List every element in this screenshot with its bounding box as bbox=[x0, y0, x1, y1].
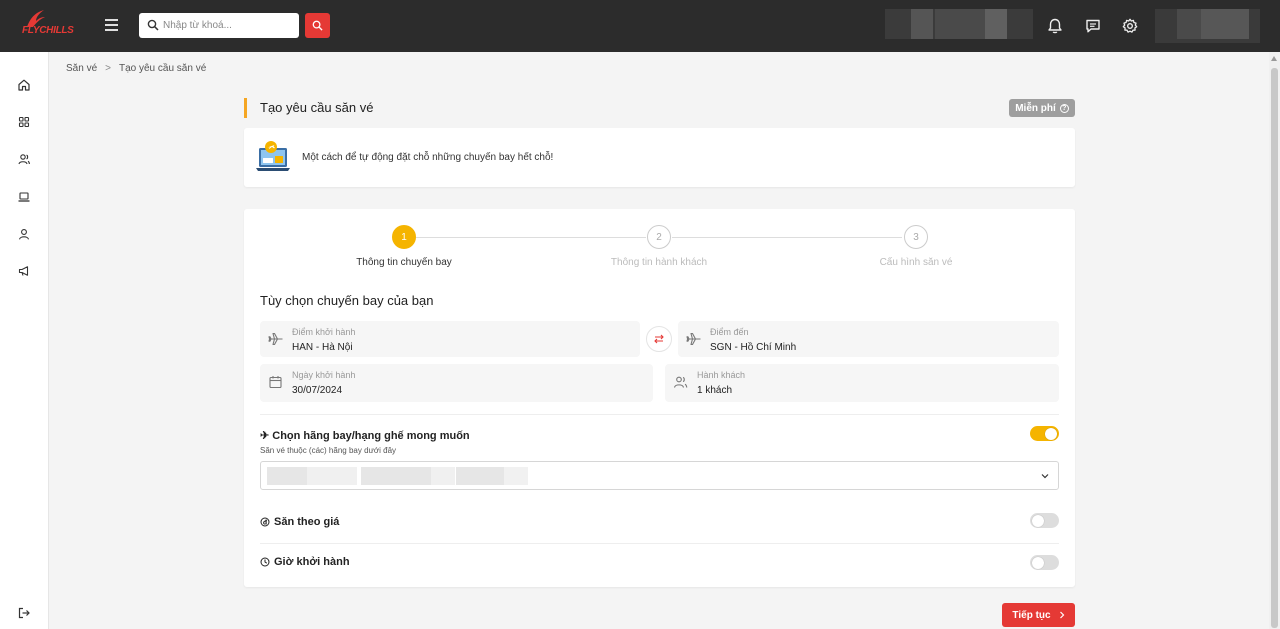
airplane-icon bbox=[686, 332, 701, 346]
passengers-label: Hành khách bbox=[697, 370, 746, 380]
divider bbox=[260, 543, 1059, 544]
sidebar bbox=[0, 52, 49, 629]
continue-button-label: Tiếp tục bbox=[1012, 609, 1051, 621]
search-input[interactable] bbox=[163, 16, 293, 35]
passengers-icon bbox=[673, 376, 688, 388]
passengers-value: 1 khách bbox=[697, 385, 733, 396]
bell-icon[interactable] bbox=[1046, 17, 1064, 35]
destination-value: SGN - Hồ Chí Minh bbox=[710, 342, 797, 353]
scrollbar-thumb[interactable] bbox=[1271, 68, 1278, 628]
gear-icon[interactable] bbox=[1121, 17, 1139, 35]
destination-label: Điểm đến bbox=[710, 327, 749, 337]
step-flight-info[interactable]: 1 Thông tin chuyến bay bbox=[324, 225, 484, 268]
laptop-plane-illustration-icon bbox=[256, 141, 290, 171]
origin-label: Điểm khởi hành bbox=[292, 327, 356, 337]
breadcrumb-separator-icon: > bbox=[105, 63, 111, 74]
redacted-airline-chip bbox=[431, 467, 455, 485]
help-icon: ? bbox=[1059, 103, 1069, 113]
step-number: 1 bbox=[392, 225, 416, 249]
redacted-airline-chip bbox=[504, 467, 528, 485]
departure-time-label: Giờ khởi hành bbox=[274, 556, 350, 568]
laptop-icon[interactable] bbox=[17, 190, 31, 204]
logout-icon[interactable] bbox=[17, 606, 31, 620]
destination-field[interactable]: Điểm đến SGN - Hồ Chí Minh bbox=[678, 321, 1059, 357]
page-title-block: Tạo yêu cầu săn vé bbox=[244, 98, 373, 118]
passengers-field[interactable]: Hành khách 1 khách bbox=[665, 364, 1059, 402]
search-button[interactable] bbox=[305, 13, 330, 38]
message-icon[interactable] bbox=[1084, 17, 1102, 35]
airline-preference-title: ✈ Chọn hãng bay/hạng ghế mong muốn bbox=[260, 430, 470, 442]
info-card: Một cách để tự động đặt chỗ những chuyến… bbox=[244, 128, 1075, 187]
price-hunt-label: Săn theo giá bbox=[274, 516, 340, 528]
calendar-icon bbox=[269, 376, 282, 389]
price-hunt-option: đ Săn theo giá bbox=[260, 516, 339, 528]
stepper: 1 Thông tin chuyến bay 2 Thông tin hành … bbox=[244, 209, 1075, 289]
step-number: 3 bbox=[904, 225, 928, 249]
dashboard-grid-icon[interactable] bbox=[17, 115, 31, 129]
menu-toggle-button[interactable] bbox=[101, 16, 121, 36]
chevron-down-icon bbox=[1041, 474, 1049, 479]
step-label: Cấu hình săn vé bbox=[879, 257, 953, 268]
redacted-airline-chip bbox=[456, 467, 504, 485]
airline-select[interactable] bbox=[260, 461, 1059, 490]
redacted-user-profile[interactable] bbox=[1155, 9, 1260, 43]
svg-text:đ: đ bbox=[263, 519, 268, 526]
user-icon[interactable] bbox=[17, 227, 31, 241]
redacted-airline-chip bbox=[361, 467, 431, 485]
departure-date-label: Ngày khởi hành bbox=[292, 370, 356, 380]
step-passenger-info[interactable]: 2 Thông tin hành khách bbox=[579, 225, 739, 268]
step-label: Thông tin chuyến bay bbox=[356, 257, 452, 268]
page-title: Tạo yêu cầu săn vé bbox=[260, 100, 374, 115]
page-scrollbar[interactable] bbox=[1269, 52, 1280, 629]
breadcrumb: Săn vé > Tạo yêu cầu săn vé bbox=[66, 63, 206, 74]
step-number: 2 bbox=[647, 225, 671, 249]
section-title: Tùy chọn chuyến bay của bạn bbox=[260, 293, 434, 308]
departure-time-toggle[interactable] bbox=[1030, 555, 1059, 570]
flight-form-card: 1 Thông tin chuyến bay 2 Thông tin hành … bbox=[244, 209, 1075, 587]
breadcrumb-item-current: Tạo yêu cầu săn vé bbox=[118, 63, 207, 74]
divider bbox=[260, 414, 1059, 415]
origin-value: HAN - Hà Nội bbox=[292, 342, 353, 353]
redacted-airline-chip bbox=[307, 467, 357, 485]
search-bar bbox=[139, 13, 299, 38]
price-hunt-toggle[interactable] bbox=[1030, 513, 1059, 528]
continue-button[interactable]: Tiếp tục bbox=[1002, 603, 1075, 627]
home-icon[interactable] bbox=[17, 78, 31, 92]
airline-preference-subtitle: Săn vé thuộc (các) hãng bay dưới đây bbox=[260, 446, 397, 455]
airplane-icon bbox=[268, 332, 283, 346]
redacted-airline-chip bbox=[267, 467, 307, 485]
free-badge[interactable]: Miễn phí ? bbox=[1009, 99, 1075, 117]
megaphone-icon[interactable] bbox=[17, 264, 31, 278]
swap-arrows-icon bbox=[654, 334, 664, 344]
info-text: Một cách để tự động đặt chỗ những chuyến… bbox=[302, 152, 554, 163]
scroll-up-arrow-icon[interactable] bbox=[1271, 56, 1277, 61]
search-icon bbox=[312, 20, 323, 31]
departure-time-option: Giờ khởi hành bbox=[260, 556, 350, 568]
price-icon: đ bbox=[260, 517, 270, 527]
swap-locations-button[interactable] bbox=[646, 326, 672, 352]
departure-date-value: 30/07/2024 bbox=[292, 385, 343, 396]
brand-name: FLYCHILLS bbox=[22, 25, 74, 36]
origin-field[interactable]: Điểm khởi hành HAN - Hà Nội bbox=[260, 321, 640, 357]
free-badge-label: Miễn phí bbox=[1015, 102, 1056, 114]
app-logo[interactable]: FLYCHILLS bbox=[18, 8, 90, 44]
search-icon bbox=[147, 19, 159, 31]
step-label: Thông tin hành khách bbox=[610, 257, 708, 268]
clock-icon bbox=[260, 557, 270, 567]
step-hunt-config[interactable]: 3 Cấu hình săn vé bbox=[836, 225, 996, 268]
top-bar: FLYCHILLS bbox=[0, 0, 1280, 52]
departure-date-field[interactable]: Ngày khởi hành 30/07/2024 bbox=[260, 364, 653, 402]
breadcrumb-item-ticket-hunt[interactable]: Săn vé bbox=[66, 63, 97, 74]
users-icon[interactable] bbox=[17, 152, 31, 166]
airline-preference-toggle[interactable] bbox=[1030, 426, 1059, 441]
redacted-header-area bbox=[885, 9, 1033, 39]
chevron-right-icon bbox=[1059, 611, 1064, 619]
